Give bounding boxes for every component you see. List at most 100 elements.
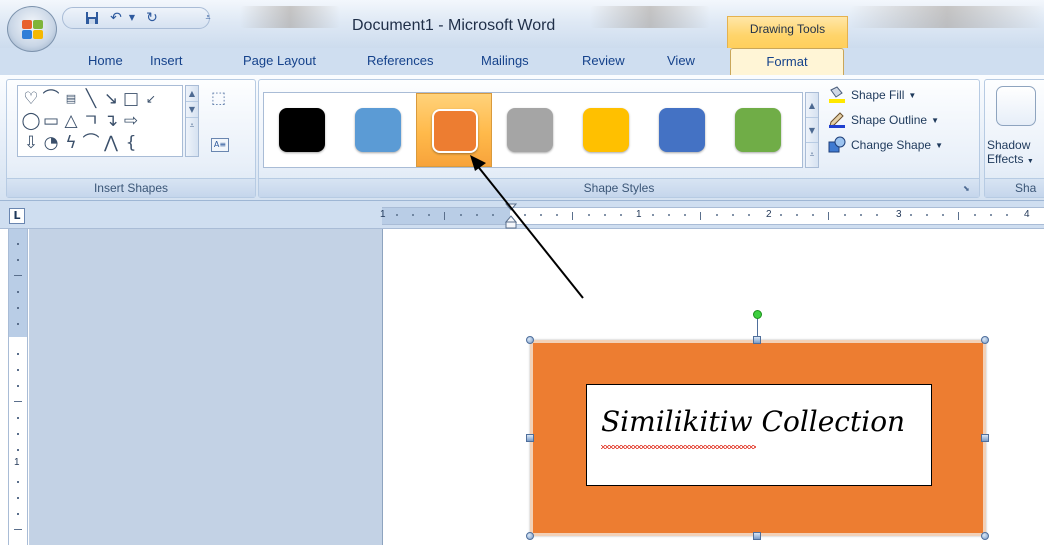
paint-bucket-icon: [827, 86, 847, 104]
blurred-region: [850, 6, 1044, 28]
rounded-rectangle-shape-icon[interactable]: ▭: [41, 111, 61, 131]
resize-handle-bottom-right[interactable]: [981, 532, 989, 540]
tab-mailings[interactable]: Mailings: [481, 53, 529, 68]
triangle-shape-icon[interactable]: △: [61, 111, 81, 131]
scroll-down-icon[interactable]: ▼: [186, 102, 198, 118]
style-swatch-gray[interactable]: [492, 93, 568, 167]
text-box[interactable]: Similikitiw Collection: [586, 384, 932, 486]
horizontal-ruler[interactable]: 1 1 2 3 4: [380, 207, 1044, 225]
tab-view[interactable]: View: [667, 53, 695, 68]
ruler-number: 2: [766, 209, 772, 220]
dropdown-arrow-icon: ▼: [935, 140, 943, 150]
vertical-ruler[interactable]: 1: [8, 229, 28, 545]
elbow-arrow-connector-icon[interactable]: ↴: [101, 111, 121, 131]
style-swatch-black[interactable]: [264, 93, 340, 167]
shape-fill-button[interactable]: Shape Fill ▼: [827, 86, 916, 104]
tab-home[interactable]: Home: [88, 53, 123, 68]
shapes-gallery[interactable]: ♡ ⌒ ▤ ╲ ↘ □ ↙ ◯ ▭ △ ㄱ ↴ ⇨ ⇩ ◔ ϟ ⌒ ⋀ {: [17, 85, 183, 157]
swatch-fill: [432, 109, 478, 153]
change-shape-label: Change Shape: [851, 138, 932, 152]
save-icon[interactable]: [83, 9, 101, 27]
teardrop-shape-icon[interactable]: ◔: [41, 133, 61, 153]
right-arrow-shape-icon[interactable]: ⇨: [121, 111, 141, 131]
elbow-connector-icon[interactable]: ㄱ: [81, 111, 101, 131]
text-box-icon[interactable]: A≡: [211, 138, 229, 152]
resize-handle-left[interactable]: [526, 434, 534, 442]
swatch-fill: [355, 108, 401, 152]
line-shape-icon[interactable]: ╲: [81, 89, 101, 109]
tab-insert[interactable]: Insert: [150, 53, 183, 68]
change-shape-button[interactable]: Change Shape ▼: [827, 136, 943, 154]
scroll-down-icon[interactable]: ▼: [806, 118, 818, 143]
rectangle-shape-icon[interactable]: □: [121, 89, 141, 109]
redo-icon[interactable]: ↻: [143, 9, 161, 27]
scroll-up-icon[interactable]: ▲: [806, 93, 818, 118]
insert-shapes-group: ♡ ⌒ ▤ ╲ ↘ □ ↙ ◯ ▭ △ ㄱ ↴ ⇨ ⇩ ◔ ϟ ⌒ ⋀ {▲ …: [6, 79, 256, 198]
oval-shape-icon[interactable]: ◯: [21, 111, 41, 131]
spelling-error-underline: [601, 445, 756, 449]
text-box-content[interactable]: Similikitiw Collection: [601, 405, 905, 438]
change-shape-icon: [827, 136, 847, 154]
swatch-fill: [583, 108, 629, 152]
customize-qat-icon[interactable]: ⩡: [203, 9, 213, 27]
dialog-launcher-icon[interactable]: ⬊: [963, 184, 973, 194]
blurred-region: [240, 6, 340, 28]
dropdown-arrow-icon: ▼: [908, 90, 917, 100]
arc-shape-icon[interactable]: ⌒: [41, 89, 61, 109]
resize-handle-bottom-left[interactable]: [526, 532, 534, 540]
office-logo-icon: [22, 20, 44, 40]
tab-review[interactable]: Review: [582, 53, 625, 68]
curve-shape-icon[interactable]: ⌒: [81, 133, 101, 153]
shape-styles-label: Shape Styles: [259, 178, 979, 197]
scroll-up-icon[interactable]: ▲: [186, 86, 198, 102]
down-arrow-shape-icon[interactable]: ⇩: [21, 133, 41, 153]
shape-outline-label: Shape Outline: [851, 113, 928, 127]
pen-outline-icon: [827, 111, 847, 129]
shape-fill-label: Shape Fill: [851, 88, 905, 102]
shape-styles-gallery: [263, 92, 803, 168]
ruler-number: 1: [14, 457, 20, 468]
resize-handle-bottom[interactable]: [753, 532, 761, 540]
style-swatch-gold[interactable]: [568, 93, 644, 167]
shadow-effects-icon[interactable]: [996, 86, 1036, 126]
swatch-fill: [659, 108, 705, 152]
tab-page-layout[interactable]: Page Layout: [243, 53, 316, 68]
office-button[interactable]: [7, 6, 57, 52]
drawing-tools-context-label: Drawing Tools: [727, 16, 848, 48]
style-swatch-green[interactable]: [720, 93, 796, 167]
ruler-number: 4: [1024, 209, 1030, 220]
tab-references[interactable]: References: [367, 53, 433, 68]
blurred-region: [590, 6, 710, 28]
shadow-effects-group: Shadow Effects ▼ Sha: [984, 79, 1044, 198]
ruler-number: 1: [636, 209, 642, 220]
indent-marker-icon[interactable]: [504, 203, 518, 229]
brace-shape-icon[interactable]: {: [121, 133, 141, 153]
style-swatch-dark-blue[interactable]: [644, 93, 720, 167]
resize-handle-top[interactable]: [753, 336, 761, 344]
rotation-handle[interactable]: [753, 310, 762, 319]
resize-handle-right[interactable]: [981, 434, 989, 442]
freeform-shape-icon[interactable]: ⋀: [101, 133, 121, 153]
shadow-effects-button[interactable]: Shadow Effects ▼: [987, 138, 1034, 169]
style-swatch-orange[interactable]: [416, 93, 492, 167]
edit-shape-icon[interactable]: ⬚: [211, 88, 235, 110]
style-swatch-blue[interactable]: [340, 93, 416, 167]
line-arrow-icon[interactable]: ↙: [141, 89, 161, 109]
lightning-shape-icon[interactable]: ϟ: [61, 133, 81, 153]
gallery-more-icon[interactable]: ⩡: [806, 143, 818, 167]
tab-format[interactable]: Format: [730, 48, 844, 76]
insert-shapes-label: Insert Shapes: [7, 178, 255, 197]
undo-icon[interactable]: ↶: [107, 9, 125, 27]
swatch-fill: [279, 108, 325, 152]
effects-label: Effects ▼: [987, 152, 1034, 166]
shape-styles-label-text: Shape Styles: [583, 181, 655, 195]
resize-handle-top-left[interactable]: [526, 336, 534, 344]
shape-outline-button[interactable]: Shape Outline ▼: [827, 111, 939, 129]
undo-dropdown-icon[interactable]: ▼: [127, 9, 137, 27]
arrow-line-shape-icon[interactable]: ↘: [101, 89, 121, 109]
tab-selector-icon[interactable]: L: [9, 208, 25, 224]
resize-handle-top-right[interactable]: [981, 336, 989, 344]
gallery-more-icon[interactable]: ⩡: [186, 118, 198, 134]
text-box-shape-icon[interactable]: ▤: [61, 89, 81, 109]
heart-shape-icon[interactable]: ♡: [21, 89, 41, 109]
